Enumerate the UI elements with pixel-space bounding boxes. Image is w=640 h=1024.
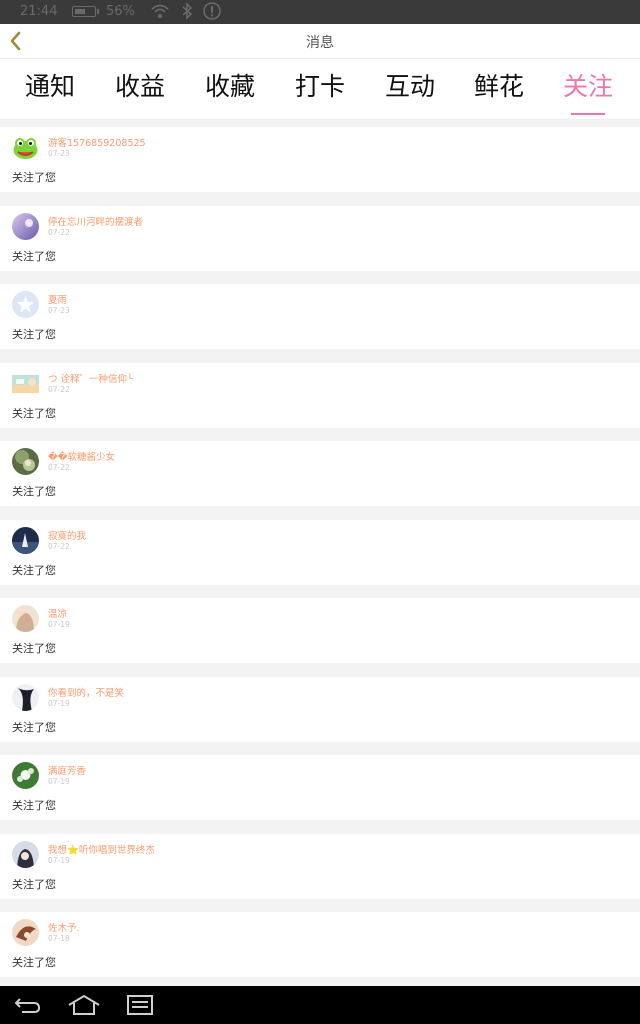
tab-follow[interactable]: 关注 bbox=[563, 67, 614, 115]
bluetooth-icon bbox=[180, 1, 194, 25]
timestamp: 07-19 bbox=[48, 698, 70, 708]
battery-percent: 56% bbox=[106, 4, 135, 19]
tab-label: 打卡 bbox=[295, 72, 346, 101]
avatar[interactable] bbox=[12, 526, 39, 554]
list-item[interactable]: ��软糖酱少女 07-22 关注了您 bbox=[0, 441, 640, 506]
list-item[interactable]: 佐木予. 07-18 关注了您 bbox=[0, 912, 640, 977]
list-item[interactable]: 满庭芳香 07-19 关注了您 bbox=[0, 755, 640, 820]
list-item[interactable]: 停在忘川河畔的摆渡者 07-22 关注了您 bbox=[0, 205, 640, 271]
message-text: 关注了您 bbox=[12, 406, 56, 420]
username[interactable]: 你看到的，不是笑 bbox=[48, 685, 124, 699]
timestamp: 07-22 bbox=[48, 227, 70, 237]
avatar[interactable] bbox=[12, 762, 39, 789]
tab-notice[interactable]: 通知 bbox=[25, 67, 75, 103]
back-arrow-icon[interactable] bbox=[12, 993, 44, 1021]
tab-earnings[interactable]: 收益 bbox=[115, 67, 165, 103]
timestamp: 07-22 bbox=[48, 384, 70, 394]
message-text: 关注了您 bbox=[12, 720, 56, 734]
username[interactable]: 停在忘川河畔的摆渡者 bbox=[48, 214, 143, 228]
username[interactable]: 夏雨 bbox=[48, 292, 67, 306]
timestamp: 07-18 bbox=[48, 934, 70, 943]
message-text: 关注了您 bbox=[12, 171, 56, 184]
timestamp: 07-23 bbox=[48, 306, 70, 315]
status-time: 21:44 bbox=[20, 4, 58, 19]
list-item[interactable]: 寂寞的我 07-22 关注了您 bbox=[0, 519, 640, 585]
list-item[interactable]: 游客1576859208525 07-23 关注了您 bbox=[0, 127, 640, 192]
system-nav-bar bbox=[0, 986, 640, 1024]
tab-bar: 通知 收益 收藏 打卡 互动 鲜花 关注 bbox=[0, 59, 640, 120]
avatar[interactable] bbox=[12, 605, 39, 632]
tab-label: 互动 bbox=[385, 72, 436, 101]
avatar[interactable] bbox=[12, 448, 39, 475]
username[interactable]: つ 诠释゛一种信仰╰ bbox=[48, 371, 133, 385]
timestamp: 07-22 bbox=[48, 463, 70, 472]
tab-flowers[interactable]: 鲜花 bbox=[474, 67, 524, 103]
message-text: 关注了您 bbox=[12, 563, 56, 577]
username[interactable]: 寂寞的我 bbox=[48, 528, 86, 542]
header-bar: 消息 bbox=[0, 24, 640, 59]
page-title: 消息 bbox=[306, 35, 334, 51]
timestamp: 07-23 bbox=[48, 149, 70, 158]
username[interactable]: ��软糖酱少女 bbox=[48, 449, 115, 463]
timestamp: 07-19 bbox=[48, 855, 70, 865]
avatar[interactable] bbox=[12, 919, 39, 946]
menu-icon[interactable] bbox=[126, 993, 154, 1021]
message-text: 关注了您 bbox=[12, 485, 56, 498]
message-text: 关注了您 bbox=[12, 328, 56, 341]
tab-interaction[interactable]: 互动 bbox=[385, 67, 435, 103]
tab-label: 收藏 bbox=[205, 72, 256, 101]
tab-label: 鲜花 bbox=[474, 72, 525, 101]
list-item[interactable]: 夏雨 07-23 关注了您 bbox=[0, 284, 640, 349]
tab-label: 收益 bbox=[115, 72, 166, 101]
timestamp: 07-19 bbox=[48, 620, 70, 629]
username[interactable]: 满庭芳香 bbox=[48, 763, 86, 777]
alert-icon bbox=[202, 1, 222, 25]
avatar[interactable] bbox=[12, 212, 39, 240]
timestamp: 07-22 bbox=[48, 541, 70, 551]
tab-favorites[interactable]: 收藏 bbox=[205, 67, 255, 103]
message-text: 关注了您 bbox=[12, 249, 56, 263]
avatar[interactable] bbox=[12, 291, 39, 318]
list-item[interactable]: つ 诠释゛一种信仰╰ 07-22 关注了您 bbox=[0, 362, 640, 428]
list-item[interactable]: 我想⭐听你唱到世界终杰 07-19 关注了您 bbox=[0, 833, 640, 899]
username[interactable]: 我想⭐听你唱到世界终杰 bbox=[48, 842, 155, 856]
status-bar: 21:44 56% bbox=[0, 0, 640, 24]
avatar[interactable] bbox=[12, 134, 39, 161]
avatar[interactable] bbox=[12, 840, 39, 868]
avatar[interactable] bbox=[12, 374, 39, 393]
tab-checkin[interactable]: 打卡 bbox=[295, 67, 345, 103]
username[interactable]: 佐木予. bbox=[48, 920, 80, 934]
avatar[interactable] bbox=[12, 683, 39, 711]
username[interactable]: 温凉 bbox=[48, 606, 67, 620]
username[interactable]: 游客1576859208525 bbox=[48, 135, 146, 149]
tab-label: 关注 bbox=[563, 72, 614, 101]
message-text: 关注了您 bbox=[12, 642, 56, 655]
home-icon[interactable] bbox=[66, 993, 102, 1021]
tab-label: 通知 bbox=[25, 72, 76, 101]
active-tab-indicator bbox=[571, 113, 606, 115]
message-text: 关注了您 bbox=[12, 799, 56, 812]
wifi-icon bbox=[150, 1, 170, 25]
message-text: 关注了您 bbox=[12, 956, 56, 969]
list-item[interactable]: 你看到的，不是笑 07-19 关注了您 bbox=[0, 676, 640, 742]
timestamp: 07-19 bbox=[48, 777, 70, 786]
message-text: 关注了您 bbox=[12, 877, 56, 891]
battery-icon bbox=[72, 6, 99, 17]
list-item[interactable]: 温凉 07-19 关注了您 bbox=[0, 598, 640, 663]
